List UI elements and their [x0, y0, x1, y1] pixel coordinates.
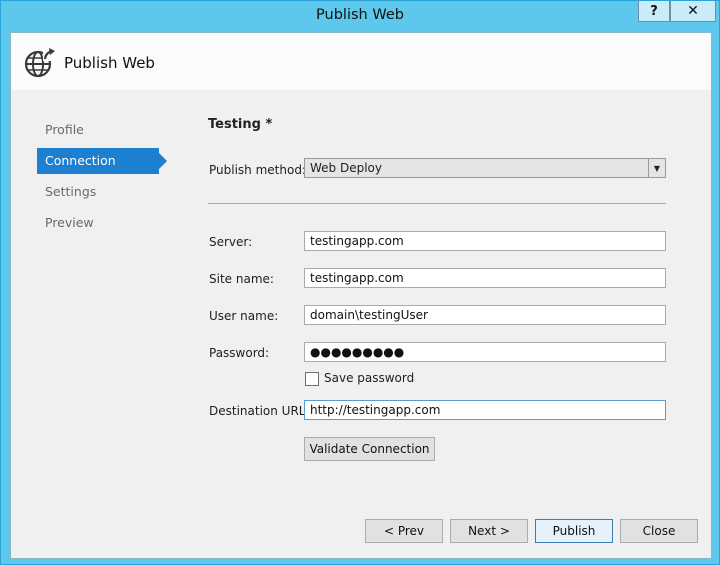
- nav-item-profile[interactable]: Profile: [37, 117, 159, 143]
- site-name-input[interactable]: [304, 268, 666, 288]
- publish-method-select[interactable]: Web Deploy ▼: [304, 158, 666, 178]
- help-button[interactable]: ?: [638, 1, 670, 22]
- publish-web-dialog: Publish Web ? ✕ Publish Web Profile Conn…: [0, 0, 720, 565]
- header-title: Publish Web: [64, 54, 155, 72]
- site-name-label: Site name:: [209, 272, 274, 286]
- dialog-header: Publish Web: [11, 33, 711, 90]
- profile-name-heading: Testing *: [208, 117, 273, 132]
- title-bar[interactable]: Publish Web ? ✕: [1, 1, 719, 32]
- user-name-input[interactable]: [304, 305, 666, 325]
- server-label: Server:: [209, 235, 253, 249]
- chevron-down-icon[interactable]: ▼: [648, 159, 665, 177]
- user-name-label: User name:: [209, 309, 279, 323]
- server-input[interactable]: [304, 231, 666, 251]
- password-input[interactable]: [304, 342, 666, 362]
- dialog-body: Profile Connection Settings Preview Test…: [11, 90, 711, 558]
- next-button[interactable]: Next >: [450, 519, 528, 543]
- save-password-checkbox[interactable]: [305, 372, 319, 386]
- publish-button[interactable]: Publish: [535, 519, 613, 543]
- close-window-button[interactable]: ✕: [670, 1, 716, 22]
- globe-publish-icon: [24, 48, 56, 78]
- destination-url-label: Destination URL:: [209, 404, 310, 418]
- destination-url-input[interactable]: [304, 400, 666, 420]
- dialog-client-area: Publish Web Profile Connection Settings …: [10, 32, 712, 559]
- window-title: Publish Web: [316, 7, 404, 23]
- password-label: Password:: [209, 346, 270, 360]
- prev-button[interactable]: < Prev: [365, 519, 443, 543]
- nav-item-connection[interactable]: Connection: [37, 148, 167, 174]
- save-password-label[interactable]: Save password: [324, 371, 414, 385]
- publish-method-label: Publish method:: [209, 163, 306, 177]
- close-button[interactable]: Close: [620, 519, 698, 543]
- section-divider: [208, 203, 666, 204]
- validate-connection-button[interactable]: Validate Connection: [304, 437, 435, 461]
- nav-item-settings[interactable]: Settings: [37, 179, 159, 205]
- nav-item-preview[interactable]: Preview: [37, 210, 159, 236]
- publish-method-value: Web Deploy: [310, 161, 382, 175]
